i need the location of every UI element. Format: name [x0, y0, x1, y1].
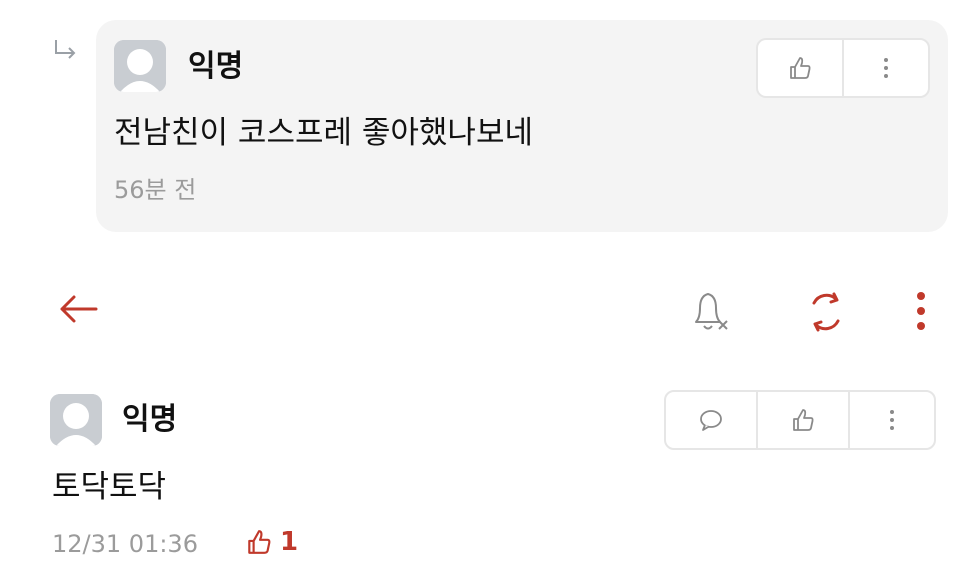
like-count-badge: 1 — [244, 528, 298, 556]
thumbs-up-icon — [793, 409, 814, 431]
reply-arrow-icon — [52, 38, 78, 64]
avatar — [50, 394, 102, 446]
refresh-icon — [812, 292, 840, 332]
reply-like-button[interactable] — [758, 40, 844, 96]
post-more-button[interactable] — [850, 392, 934, 448]
reply-timestamp: 56분 전 — [114, 176, 197, 204]
post-timestamp: 12/31 01:36 — [52, 530, 198, 558]
more-vertical-icon — [917, 292, 925, 330]
back-button[interactable] — [58, 293, 98, 329]
reply-nickname[interactable]: 익명 — [188, 52, 243, 82]
post-nickname[interactable]: 익명 — [122, 405, 177, 435]
bell-off-icon — [695, 293, 728, 330]
post-action-group — [664, 390, 936, 450]
reply-more-button[interactable] — [844, 40, 928, 96]
notification-toggle-button[interactable] — [688, 288, 732, 338]
thumbs-up-icon — [790, 57, 811, 79]
more-vertical-icon — [890, 410, 894, 430]
chat-bubble-icon — [700, 410, 722, 431]
reply-comment-card: 익명 전남친이 코스프레 좋아했나보네 56분 전 — [96, 20, 948, 232]
like-button[interactable] — [758, 392, 850, 448]
more-options-button[interactable] — [914, 290, 928, 336]
post-text: 토닥토닥 — [52, 469, 167, 505]
thumbs-up-icon — [248, 530, 271, 554]
avatar — [114, 40, 166, 92]
like-count: 1 — [280, 527, 299, 557]
reply-text: 전남친이 코스프레 좋아했나보네 — [114, 115, 533, 151]
comment-button[interactable] — [666, 392, 758, 448]
reply-action-group — [756, 38, 930, 98]
more-vertical-icon — [884, 58, 888, 78]
refresh-button[interactable] — [804, 290, 848, 338]
arrow-left-icon — [60, 295, 98, 323]
